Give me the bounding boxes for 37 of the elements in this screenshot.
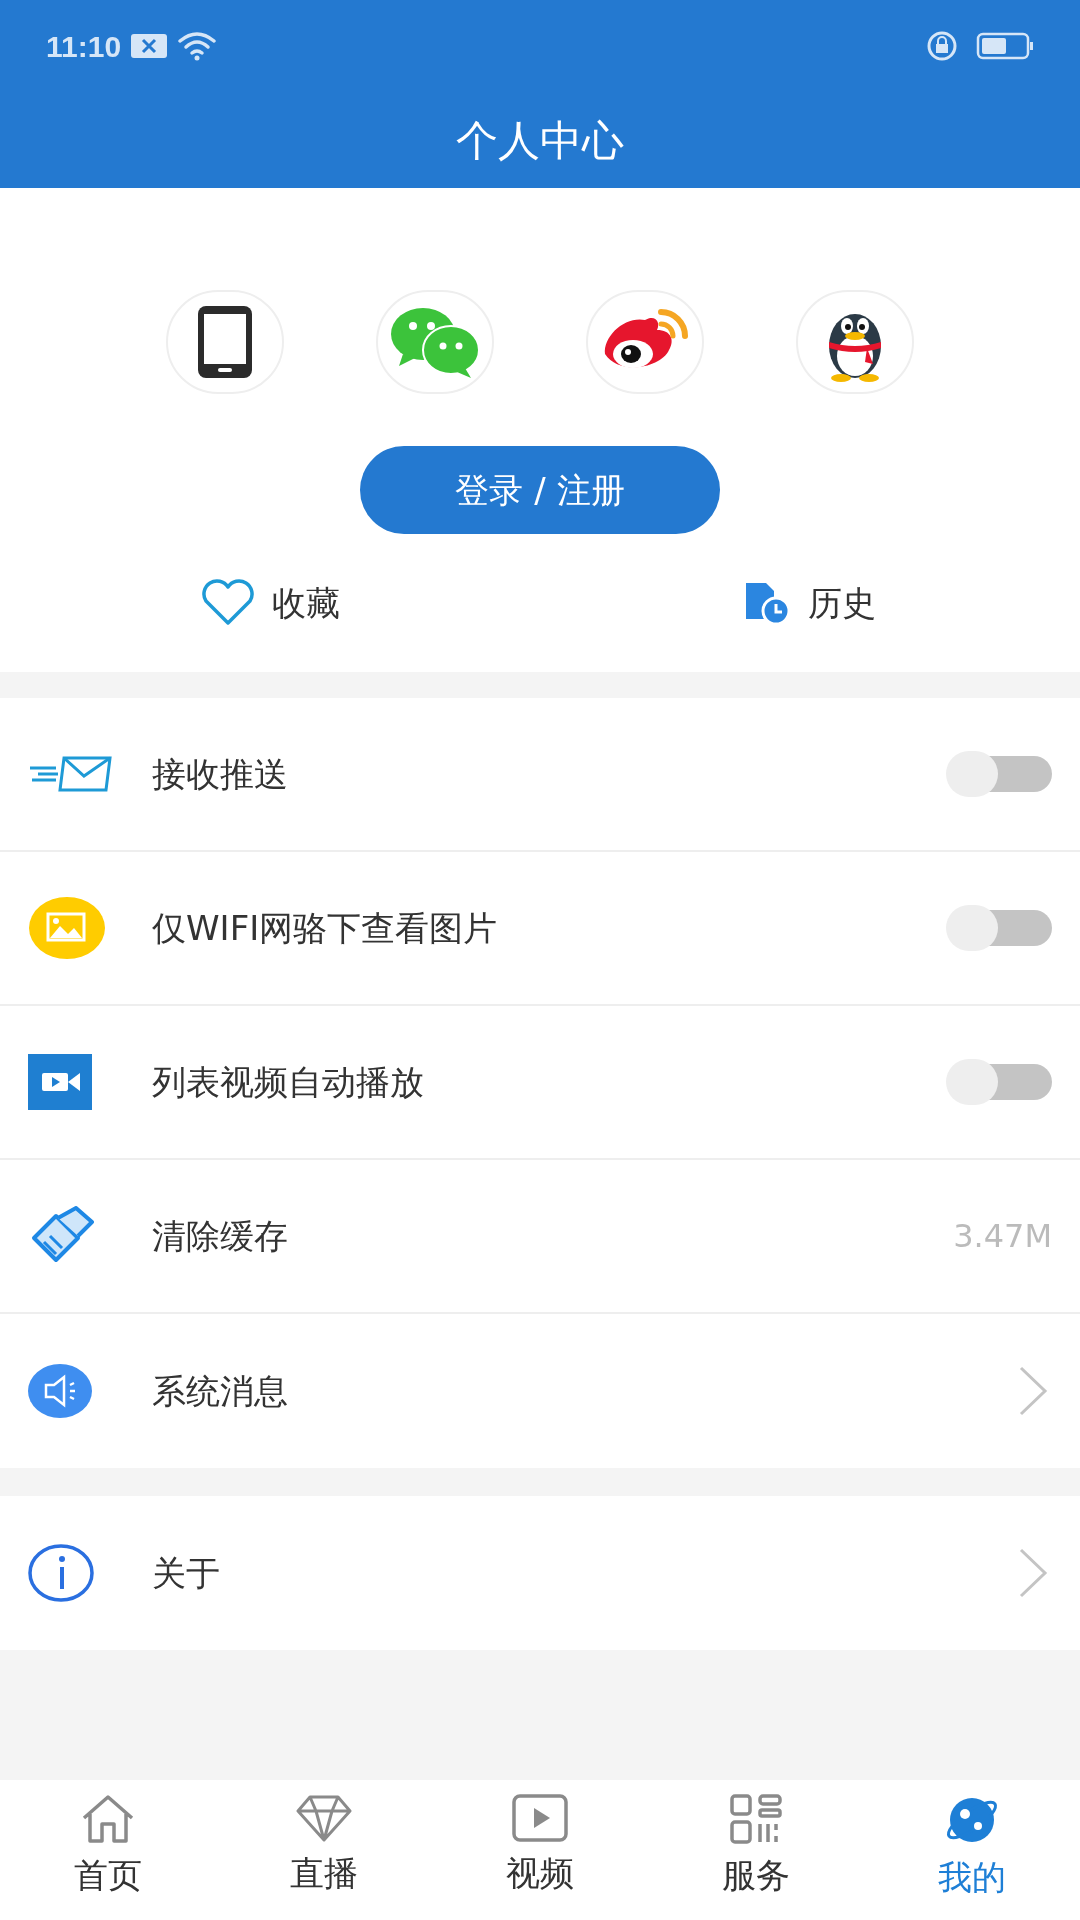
toggle-switch[interactable] <box>946 1059 1052 1105</box>
diamond-icon <box>296 1794 352 1842</box>
cache-size: 3.47M <box>953 1216 1052 1257</box>
setting-label: 系统消息 <box>152 1369 289 1413</box>
toggle-switch[interactable] <box>946 905 1052 951</box>
shortcut-label[interactable]: 历史 <box>808 577 876 629</box>
info-icon <box>28 1543 94 1603</box>
grid-icon <box>730 1794 782 1844</box>
heart-icon <box>200 579 256 627</box>
rotation-lock-icon <box>926 30 958 62</box>
speaker-icon <box>28 1363 92 1419</box>
toggle-switch[interactable] <box>946 751 1052 797</box>
setting-label: 列表视频自动播放 <box>152 1060 425 1104</box>
setting-label: 关于 <box>152 1551 221 1595</box>
phone-icon <box>196 304 254 380</box>
tab-item[interactable]: 首页 <box>0 1780 216 1920</box>
setting-label: 清除缓存 <box>152 1214 289 1258</box>
chevron-right-icon[interactable] <box>1018 1547 1048 1599</box>
setting-label: 仅WIFI网骆下查看图片 <box>152 906 499 950</box>
message-icon <box>131 34 168 58</box>
video-camera-icon <box>28 1054 92 1110</box>
wifi-icon <box>177 31 218 61</box>
chevron-right-icon[interactable] <box>1018 1365 1048 1417</box>
tab-item[interactable]: 视频 <box>432 1780 648 1920</box>
shortcut-label[interactable]: 收藏 <box>272 577 340 629</box>
envelope-icon <box>28 754 112 794</box>
tab-item[interactable]: 我的 <box>864 1780 1080 1920</box>
image-icon <box>28 896 106 960</box>
home-icon <box>80 1794 136 1844</box>
status-time: 11:10 <box>46 28 122 65</box>
login-register-button[interactable]: 登录 / 注册 <box>360 446 720 534</box>
battery-icon <box>976 32 1034 60</box>
tab-item[interactable]: 直播 <box>216 1780 432 1920</box>
tab-item[interactable]: 服务 <box>648 1780 864 1920</box>
page-title: 个人中心 <box>456 114 624 167</box>
setting-label: 接收推送 <box>152 752 289 796</box>
play-icon <box>512 1794 568 1842</box>
